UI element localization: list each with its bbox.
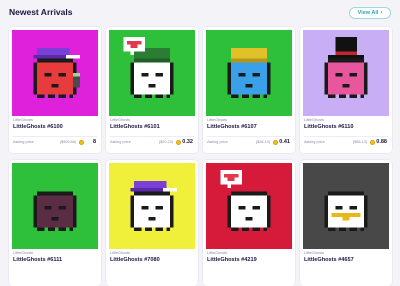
ghost-mouth [245, 216, 253, 221]
ghost-body [134, 195, 170, 228]
ghost-mouth [148, 83, 156, 88]
nft-name: LittleGhosts #6110 [304, 124, 354, 130]
ghost-body [37, 195, 73, 228]
nft-image [303, 163, 389, 249]
ghost-body [134, 62, 170, 95]
ghost-eye [44, 206, 52, 210]
ghost-body [231, 62, 267, 95]
divider [207, 136, 291, 137]
usd-price: ($56.13) [352, 140, 367, 144]
asking-price-label: Asking price [13, 140, 34, 144]
coin-icon [370, 139, 375, 145]
nft-image [109, 163, 195, 249]
token-price: 8 [92, 138, 96, 145]
divider [304, 136, 388, 137]
nft-name: LittleGhosts #6107 [207, 124, 257, 130]
usd-price: ($20.23) [158, 140, 173, 144]
nft-card[interactable]: LittleGhosts LittleGhosts #6110 Asking p… [300, 27, 392, 153]
divider [13, 136, 97, 137]
collection-name: LittleGhosts [110, 251, 131, 255]
ghost-eye [58, 206, 66, 210]
ghost-body [37, 62, 73, 95]
ghost-mouth [51, 216, 59, 221]
ghost-eye [44, 73, 52, 77]
ghost-body [328, 62, 364, 95]
ghost-eye [349, 73, 357, 77]
coin-icon [273, 139, 278, 145]
ghost-eye [155, 73, 163, 77]
nft-image [12, 163, 98, 249]
ghost-mouth [51, 83, 59, 88]
asking-price-label: Asking price [110, 140, 131, 144]
ghost-eye [252, 206, 260, 210]
token-price: 0.41 [279, 138, 290, 145]
nft-card[interactable]: LittleGhosts LittleGhosts #6100 Asking p… [9, 27, 101, 153]
coin-icon [79, 139, 84, 145]
usd-price: ($509.68) [59, 140, 76, 144]
view-all-label: View All [357, 10, 379, 16]
token-price: 0.32 [182, 138, 193, 145]
section-header: Newest Arrivals View All › [0, 0, 400, 26]
nft-name: LittleGhosts #7080 [110, 257, 160, 263]
nft-card[interactable]: LittleGhosts LittleGhosts #7080 [106, 160, 198, 286]
token-price: 0.88 [376, 138, 387, 145]
ghost-body [231, 195, 267, 228]
nft-image [109, 30, 195, 116]
usd-price: ($26.13) [255, 140, 270, 144]
nft-card[interactable]: LittleGhosts LittleGhosts #4657 [300, 160, 392, 286]
collection-name: LittleGhosts [207, 251, 228, 255]
gold-chain [331, 213, 361, 217]
nft-card[interactable]: LittleGhosts LittleGhosts #6111 [9, 160, 101, 286]
ghost-eye [141, 206, 149, 210]
ghost-mouth [342, 83, 350, 88]
collection-name: LittleGhosts [304, 118, 325, 122]
asking-price-label: Asking price [207, 140, 228, 144]
collection-name: LittleGhosts [13, 251, 34, 255]
nft-image [12, 30, 98, 116]
asking-price-label: Asking price [304, 140, 325, 144]
ghost-eye [252, 73, 260, 77]
ghost-mouth [245, 83, 253, 88]
ghost-eye [335, 73, 343, 77]
ghost-eye [238, 206, 246, 210]
collection-name: LittleGhosts [304, 251, 325, 255]
ghost-eye [155, 206, 163, 210]
ghost-body [328, 195, 364, 228]
collection-name: LittleGhosts [110, 118, 131, 122]
nft-image [206, 30, 292, 116]
ghost-eye [238, 73, 246, 77]
ghost-eye [349, 206, 357, 210]
ghost-eye [335, 206, 343, 210]
ghost-eye [141, 73, 149, 77]
nft-card[interactable]: LittleGhosts LittleGhosts #4219 [203, 160, 295, 286]
collection-name: LittleGhosts [207, 118, 228, 122]
ghost-eye [58, 73, 66, 77]
nft-card[interactable]: LittleGhosts LittleGhosts #6107 Asking p… [203, 27, 295, 153]
heart-icon [126, 40, 135, 45]
nft-image [206, 163, 292, 249]
ghost-mouth [148, 216, 156, 221]
nft-card[interactable]: LittleGhosts LittleGhosts #6101 Asking p… [106, 27, 198, 153]
nft-name: LittleGhosts #6111 [13, 257, 63, 263]
divider [110, 136, 194, 137]
nft-name: LittleGhosts #4657 [304, 257, 354, 263]
chevron-right-icon: › [380, 10, 383, 16]
view-all-button[interactable]: View All › [349, 7, 391, 19]
heart-icon [223, 173, 232, 178]
nft-name: LittleGhosts #6100 [13, 124, 63, 130]
nft-image [303, 30, 389, 116]
nft-name: LittleGhosts #6101 [110, 124, 160, 130]
coin-icon [176, 139, 181, 145]
nft-name: LittleGhosts #4219 [207, 257, 257, 263]
section-title: Newest Arrivals [9, 7, 73, 17]
collection-name: LittleGhosts [13, 118, 34, 122]
